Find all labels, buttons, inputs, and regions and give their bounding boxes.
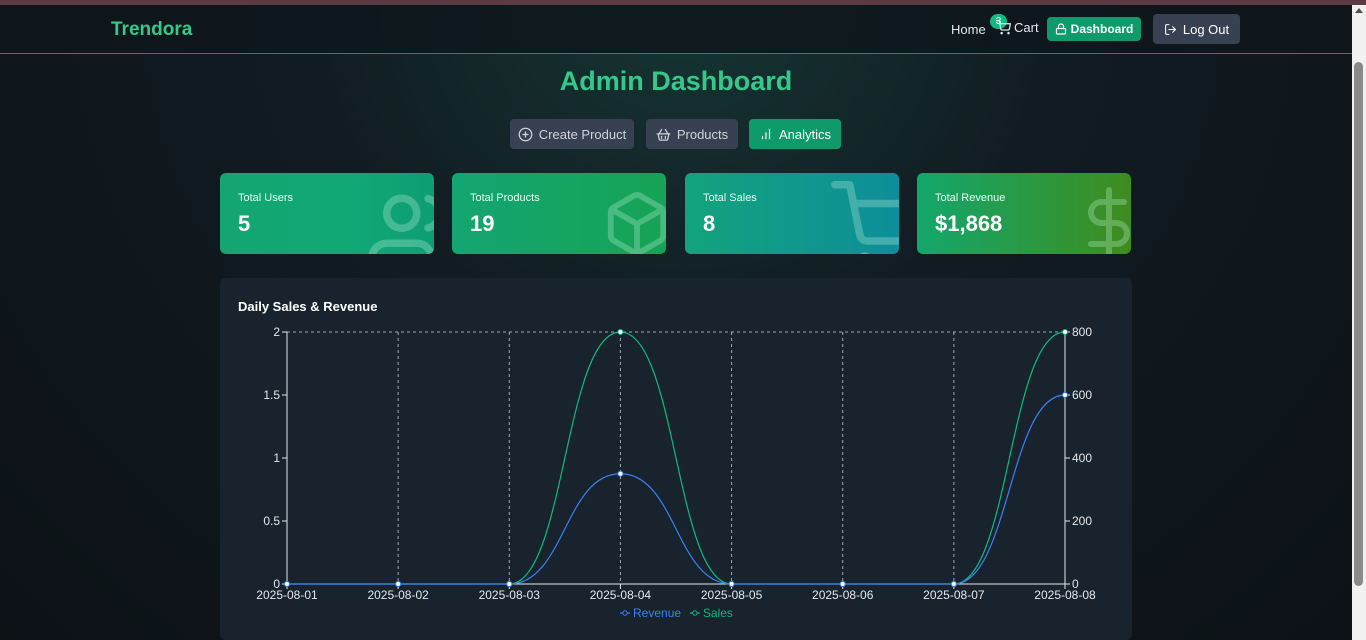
data-point-revenue — [1062, 392, 1068, 398]
tab-label: Products — [676, 126, 729, 142]
data-point-revenue — [284, 581, 290, 587]
stat-value: 19 — [470, 211, 495, 236]
stat-label: Total Products — [470, 192, 540, 204]
users-icon — [368, 194, 434, 254]
tab-label: Create Product — [538, 126, 627, 142]
x-tick-label: 2025-08-02 — [367, 588, 429, 602]
stat-label: Total Revenue — [935, 192, 1006, 204]
data-point-revenue — [728, 581, 735, 587]
data-point-revenue — [950, 581, 957, 587]
y-tick-label-right: 400 — [1072, 451, 1092, 465]
x-tick-label: 2025-08-01 — [256, 588, 318, 602]
data-point-revenue — [839, 581, 846, 587]
nav-dashboard-button[interactable]: Dashboard — [1047, 17, 1141, 41]
legend-label-revenue: Revenue — [633, 606, 681, 620]
y-tick-label-right: 800 — [1072, 325, 1092, 339]
y-tick-label-left: 1.5 — [263, 388, 280, 402]
stat-card-total-products: Total Products 19 — [452, 173, 666, 254]
logout-label: Log Out — [1182, 21, 1230, 37]
cart-icon — [996, 20, 1011, 35]
package-icon — [607, 192, 666, 254]
plus-circle-icon — [518, 127, 533, 141]
stat-value: $1,868 — [935, 211, 1003, 236]
scroll-up-arrow-icon[interactable] — [1355, 8, 1363, 13]
logout-button[interactable]: Log Out — [1153, 14, 1240, 44]
navbar: Trendora Home 3 Cart Dashboard Log Out — [0, 5, 1352, 54]
stat-card-total-users: Total Users 5 — [220, 173, 434, 254]
dollar-icon — [1088, 187, 1130, 254]
lock-icon — [1055, 23, 1066, 35]
brand-logo[interactable]: Trendora — [111, 19, 192, 41]
basket-icon — [656, 128, 671, 141]
data-point-revenue — [617, 470, 624, 477]
nav-home-link[interactable]: Home — [951, 22, 986, 37]
stat-card-total-revenue: Total Revenue $1,868 — [917, 173, 1131, 254]
page-scrollbar[interactable] — [1352, 5, 1366, 640]
stat-card-total-sales: Total Sales 8 — [685, 173, 899, 254]
tab-create-product[interactable]: Create Product — [510, 119, 634, 149]
legend-dot-sales — [692, 610, 698, 616]
logout-icon — [1164, 23, 1176, 35]
stat-label: Total Users — [238, 192, 294, 204]
x-tick-label: 2025-08-06 — [812, 588, 874, 602]
data-point-revenue — [395, 581, 402, 587]
x-tick-label: 2025-08-03 — [479, 588, 541, 602]
series-line-sales — [287, 331, 1066, 585]
stat-label: Total Sales — [703, 192, 757, 204]
nav-cart-link[interactable]: Cart — [996, 20, 1039, 35]
y-tick-label-left: 1 — [273, 451, 280, 465]
daily-sales-revenue-card: Daily Sales & Revenue 0 0.5 1 1.5 2 0 200 400 60… — [220, 278, 1132, 640]
bar-chart-icon — [761, 128, 771, 140]
y-tick-label-left: 0.5 — [263, 514, 280, 528]
tab-analytics[interactable]: Analytics — [749, 119, 841, 149]
cart-icon — [831, 181, 899, 254]
data-point-sales — [1062, 329, 1068, 335]
data-point-revenue — [506, 581, 513, 587]
y-tick-label-right: 200 — [1072, 514, 1092, 528]
x-tick-label: 2025-08-05 — [701, 588, 763, 602]
data-point-sales — [617, 329, 624, 335]
y-tick-label-left: 2 — [273, 325, 280, 339]
legend-dot-revenue — [622, 610, 628, 616]
x-tick-label: 2025-08-04 — [590, 588, 652, 602]
tab-products[interactable]: Products — [646, 119, 738, 149]
x-tick-label: 2025-08-08 — [1034, 588, 1096, 602]
nav-cart-label: Cart — [1014, 20, 1039, 35]
page-title: Admin Dashboard — [559, 66, 793, 96]
y-tick-label-right: 600 — [1072, 388, 1092, 402]
nav-dashboard-label: Dashboard — [1070, 22, 1134, 36]
stat-value: 5 — [238, 211, 251, 236]
scrollbar-thumb[interactable] — [1354, 62, 1363, 586]
tab-label: Analytics — [778, 126, 832, 142]
daily-sales-revenue-chart: 00.511.5202004006008002025-08-01 2025-08-… — [256, 325, 1096, 620]
x-tick-label: 2025-08-07 — [923, 588, 985, 602]
series-line-revenue — [287, 394, 1066, 585]
legend-label-sales: Sales — [703, 606, 733, 620]
stat-value: 8 — [703, 211, 716, 236]
